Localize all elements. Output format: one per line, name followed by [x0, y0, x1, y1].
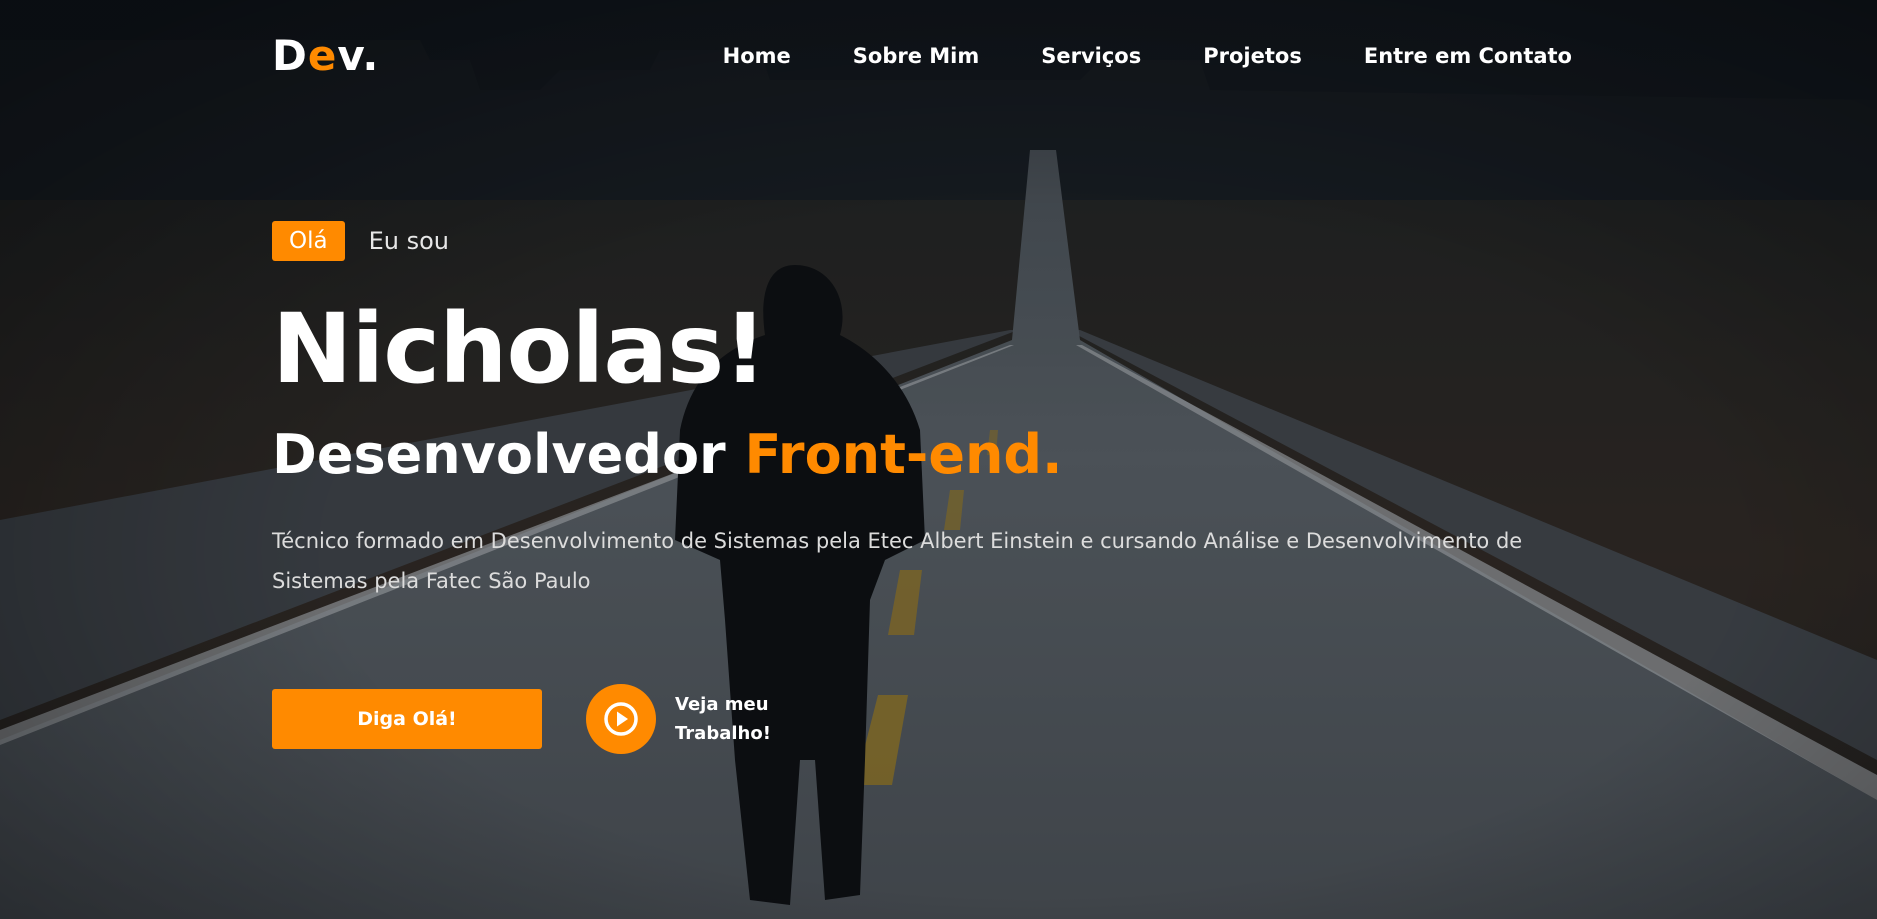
see-work-link[interactable]: Veja meu Trabalho!	[586, 684, 785, 754]
see-work-label[interactable]: Veja meu Trabalho!	[675, 690, 785, 748]
role-prefix: Desenvolvedor	[272, 423, 726, 486]
play-icon	[604, 702, 638, 736]
hero-section: Olá Eu sou Nicholas! Desenvolvedor Front…	[272, 221, 1612, 601]
greeting-intro: Eu sou	[368, 227, 449, 255]
main-nav: Home Sobre Mim Serviços Projetos Entre e…	[723, 42, 1572, 70]
play-circle-icon[interactable]	[586, 684, 656, 754]
hero-description: Técnico formado em Desenvolvimento de Si…	[272, 529, 1523, 593]
nav-link-contato[interactable]: Entre em Contato	[1364, 42, 1572, 70]
role-accent: Front-end.	[744, 423, 1063, 486]
logo-letter-d: D	[272, 31, 308, 80]
navbar: Dev. Home Sobre Mim Serviços Projetos En…	[0, 0, 1877, 114]
see-work-line1: Veja meu	[675, 694, 769, 715]
nav-link-servicos[interactable]: Serviços	[1041, 42, 1141, 70]
greeting-badge: Olá	[272, 221, 345, 261]
site-logo[interactable]: Dev.	[272, 30, 379, 82]
hero-actions: Diga Olá! Veja meu Trabalho!	[272, 684, 785, 754]
logo-letter-rest: v.	[337, 31, 380, 80]
nav-link-home[interactable]: Home	[723, 42, 791, 70]
logo-letter-e: e	[307, 31, 338, 80]
see-work-line2: Trabalho!	[675, 723, 771, 744]
hero-role: Desenvolvedor Front-end.	[272, 423, 1612, 487]
hero-name: Nicholas!	[272, 293, 767, 405]
say-hello-button[interactable]: Diga Olá!	[272, 689, 542, 749]
greeting-row: Olá Eu sou	[272, 221, 1612, 261]
nav-link-sobre-mim[interactable]: Sobre Mim	[853, 42, 979, 70]
nav-link-projetos[interactable]: Projetos	[1203, 42, 1302, 70]
